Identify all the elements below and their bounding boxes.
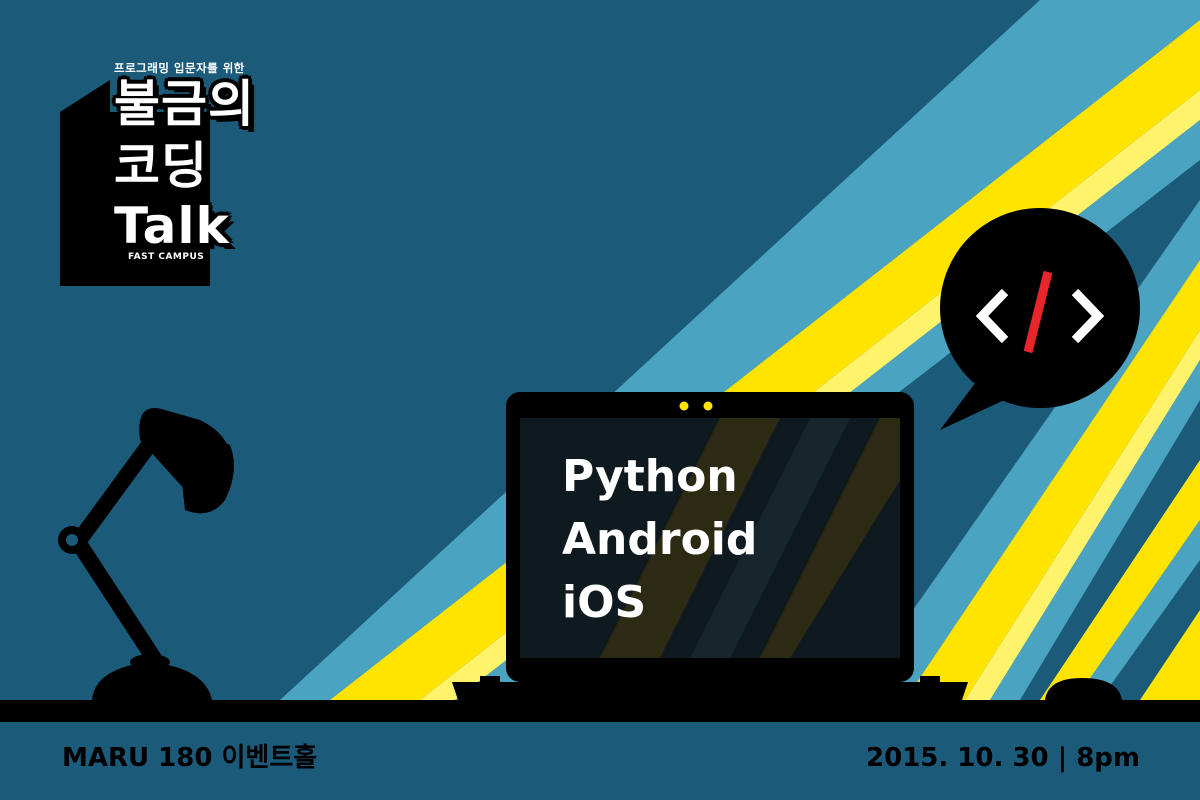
logo-title-line-1: 불금의 <box>114 75 255 133</box>
event-date: 2015. 10. 30 | 8pm <box>866 743 1140 773</box>
laptop-foot-left <box>480 676 500 684</box>
webcam-light-2 <box>703 401 713 411</box>
topic-ios: iOS <box>562 577 647 628</box>
topic-android: Android <box>562 514 758 565</box>
logo-title-line-2: 코딩 <box>114 137 208 195</box>
desk-lamp <box>58 408 234 700</box>
lamp-joint-hole <box>66 534 78 546</box>
laptop-base <box>452 682 968 700</box>
poster: 프로그래밍 입문자를 위한 불금의 코딩 Talk FAST CAMPUS Py… <box>0 0 1200 800</box>
logo-title-line-3: Talk <box>114 197 230 255</box>
topic-python: Python <box>562 451 738 502</box>
desk-surface <box>0 700 1200 722</box>
lamp-lower-arm <box>70 534 163 668</box>
laptop-foot-right <box>920 676 940 684</box>
lamp-head <box>175 420 234 514</box>
webcam-light-1 <box>679 401 689 411</box>
logo-brand: FAST CAMPUS <box>128 252 205 262</box>
event-venue: MARU 180 이벤트홀 <box>62 743 318 773</box>
